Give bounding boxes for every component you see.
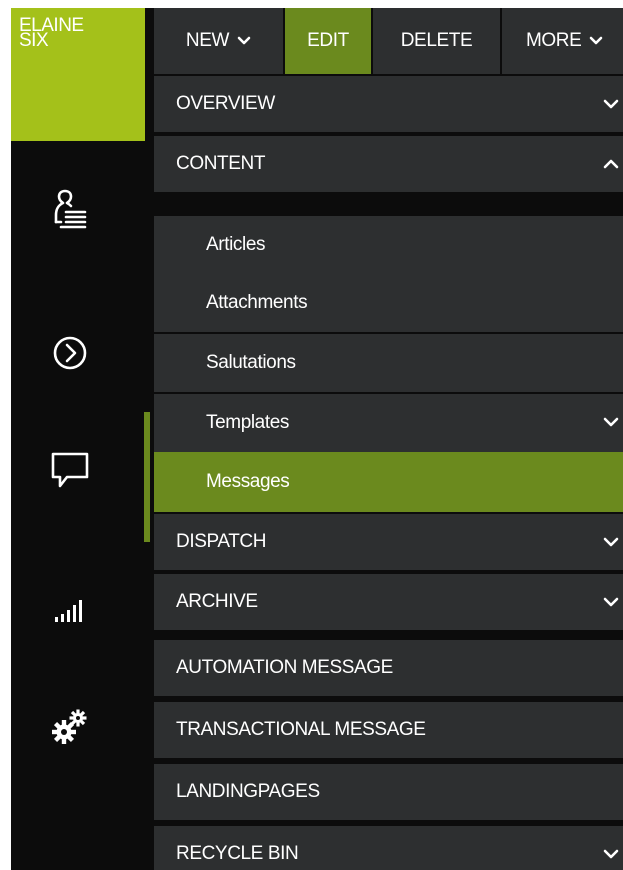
chevron-down-icon [603, 417, 619, 427]
chevron-up-icon [603, 159, 619, 169]
rail-active-indicator [144, 412, 150, 542]
signal-bars-icon[interactable] [47, 586, 93, 632]
nav-item-transactional-message[interactable]: TRANSACTIONAL MESSAGE [154, 702, 623, 760]
app-window: ELAINE SIX NEW EDIT DELETE MORE OVERVIEW… [11, 8, 623, 870]
nav-item-label: ARCHIVE [176, 591, 258, 612]
nav-item-label: AUTOMATION MESSAGE [176, 657, 393, 678]
nav-item-label: LANDINGPAGES [176, 781, 320, 802]
nav-item-label: RECYCLE BIN [176, 843, 299, 864]
nav-item-landingpages[interactable]: LANDINGPAGES [154, 764, 623, 822]
brand-logo[interactable]: ELAINE SIX [11, 8, 145, 141]
delete-button-label: DELETE [400, 30, 473, 51]
gears-icon[interactable] [47, 704, 93, 750]
delete-button[interactable]: DELETE [373, 8, 500, 74]
nav-item-dispatch[interactable]: DISPATCH [154, 514, 623, 572]
nav-item-recycle-bin[interactable]: RECYCLE BIN [154, 826, 623, 870]
edit-button-label: EDIT [307, 30, 349, 51]
nav-item-label: Articles [206, 234, 266, 255]
nav-item-content[interactable]: CONTENT [154, 136, 623, 194]
nav-item-label: Templates [206, 412, 289, 433]
new-button-label: NEW [185, 30, 230, 51]
nav-item-overview[interactable]: OVERVIEW [154, 76, 623, 134]
nav-item-label: CONTENT [176, 153, 266, 174]
chevron-down-icon [603, 537, 619, 547]
nav-item-archive[interactable]: ARCHIVE [154, 574, 623, 632]
nav-item-label: Messages [206, 471, 290, 492]
chevron-down-icon [603, 849, 619, 859]
nav-item-label: Attachments [206, 292, 308, 313]
chevron-down-icon [603, 597, 619, 607]
nav-item-label: OVERVIEW [176, 93, 275, 114]
more-button[interactable]: MORE [502, 8, 623, 74]
nav-subitem-messages[interactable]: Messages [154, 452, 623, 512]
icon-rail: ELAINE SIX [11, 8, 155, 870]
nav-item-label: DISPATCH [176, 531, 267, 552]
chevron-down-icon [603, 99, 619, 109]
speech-bubble-icon[interactable] [47, 446, 93, 492]
edit-button[interactable]: EDIT [285, 8, 371, 74]
nav-subitem-attachments[interactable]: Attachments [154, 274, 623, 332]
user-list-icon[interactable] [47, 188, 93, 234]
toolbar: NEW EDIT DELETE MORE [154, 8, 623, 74]
new-button[interactable]: NEW [154, 8, 283, 74]
more-button-label: MORE [526, 30, 582, 51]
chevron-down-icon [237, 36, 251, 45]
nav-subitem-articles[interactable]: Articles [154, 216, 623, 274]
nav-subitem-templates[interactable]: Templates [154, 394, 623, 452]
nav-item-label: TRANSACTIONAL MESSAGE [176, 719, 426, 740]
nav-item-label: Salutations [206, 352, 296, 373]
nav-item-automation-message[interactable]: AUTOMATION MESSAGE [154, 640, 623, 698]
nav-subitem-salutations[interactable]: Salutations [154, 334, 623, 392]
circle-arrow-right-icon[interactable] [47, 330, 93, 376]
chevron-down-icon [590, 36, 603, 45]
